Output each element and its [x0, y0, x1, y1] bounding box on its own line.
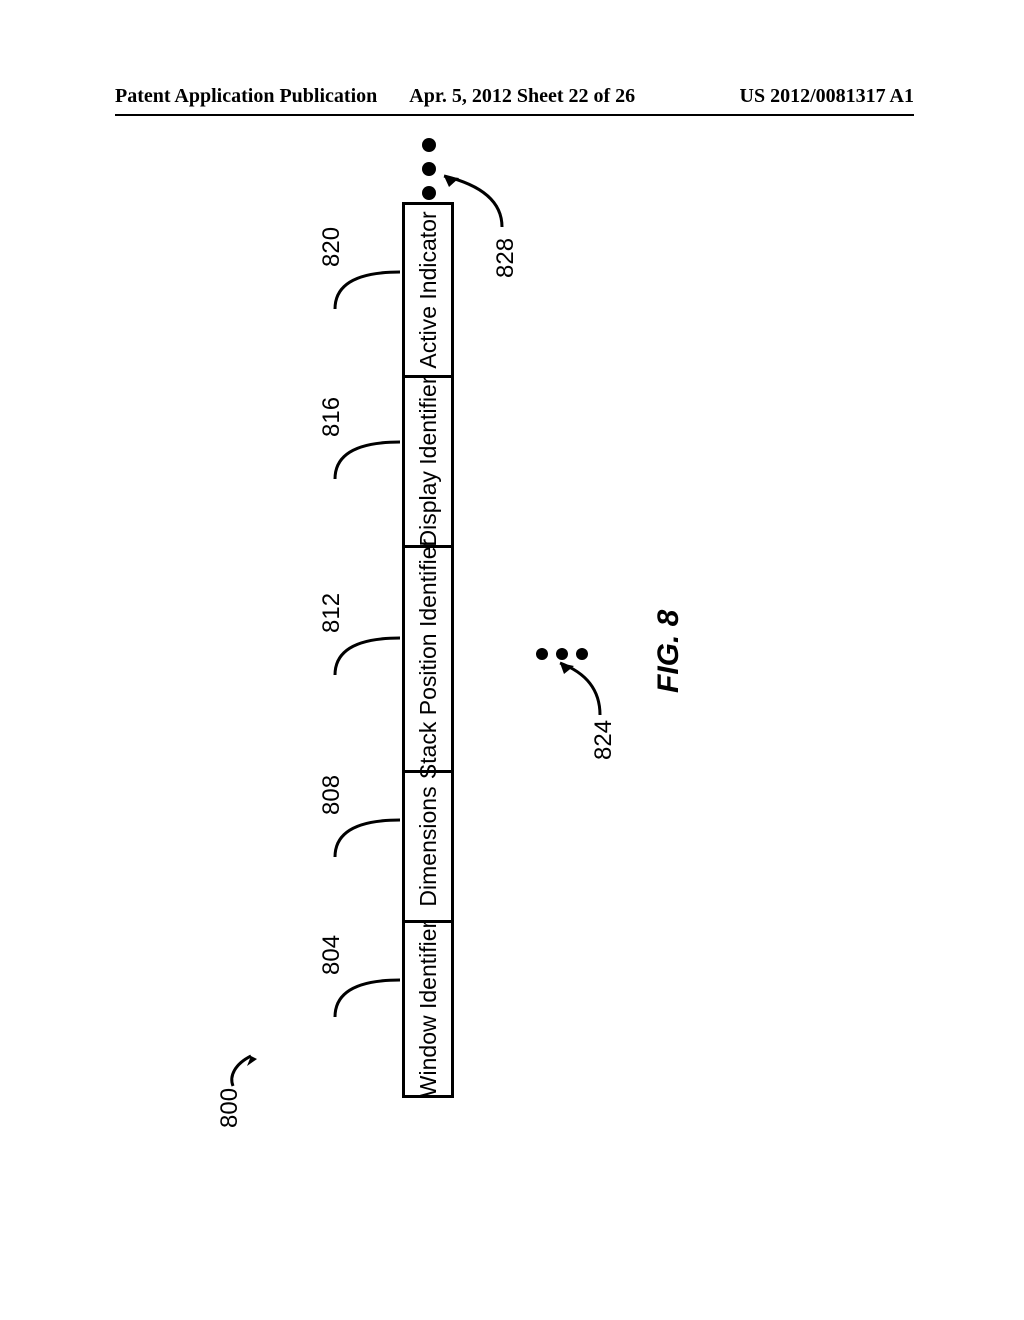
callout-hook-icon — [332, 436, 402, 482]
callout-hook-icon — [332, 266, 402, 312]
callout-arrow-icon — [432, 170, 508, 230]
curved-arrow-icon — [227, 1048, 271, 1092]
ref-label-812: 812 — [318, 593, 346, 633]
cell-dimensions: Dimensions — [405, 770, 451, 920]
cell-stack-position-identifier: Stack Position Identifier — [405, 545, 451, 770]
ref-label-824: 824 — [590, 720, 618, 760]
ref-label-808: 808 — [318, 775, 346, 815]
data-structure-row: Window Identifier Dimensions Stack Posit… — [402, 202, 454, 1098]
ref-label-804: 804 — [318, 935, 346, 975]
cell-window-identifier: Window Identifier — [405, 920, 451, 1095]
cell-display-identifier: Display Identifier — [405, 375, 451, 545]
callout-hook-icon — [332, 974, 402, 1020]
main-ref-label: 800 — [216, 1088, 244, 1128]
callout-hook-icon — [332, 632, 402, 678]
figure-8-rotated: 800 Window Identifier Dimensions Stack P… — [132, 170, 892, 1150]
callout-hook-icon — [332, 814, 402, 860]
cell-active-indicator: Active Indicator — [405, 205, 451, 375]
figure-caption: FIG. 8 — [652, 610, 686, 693]
ref-label-816: 816 — [318, 397, 346, 437]
callout-arrow-icon — [548, 658, 606, 718]
ref-label-820: 820 — [318, 227, 346, 267]
figure-container: 800 Window Identifier Dimensions Stack P… — [0, 0, 1024, 1320]
ref-label-828: 828 — [492, 238, 520, 278]
